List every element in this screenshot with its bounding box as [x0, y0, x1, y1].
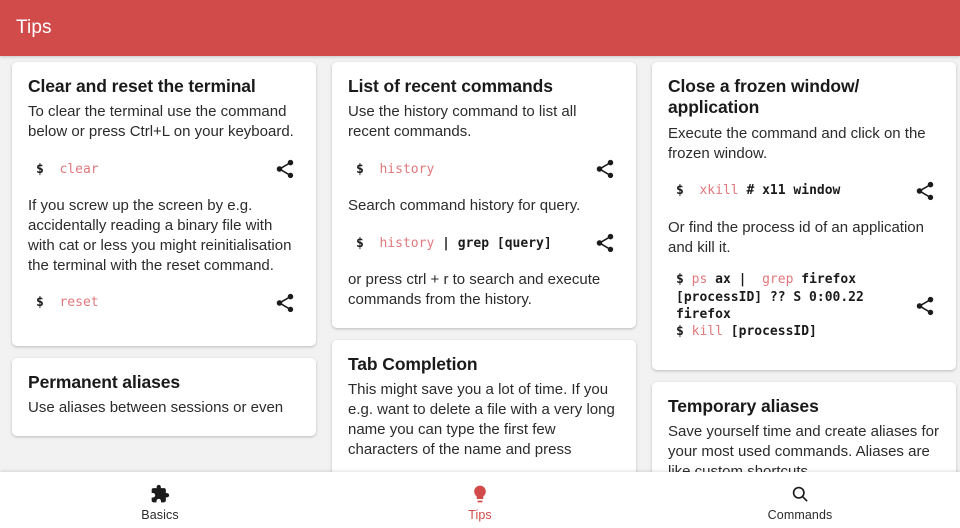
code-segment: firefox — [676, 307, 731, 322]
nav-item-commands[interactable]: Commands — [640, 472, 960, 528]
shell-prompt: $ — [36, 162, 44, 177]
command-code[interactable]: $ history | grep [query] — [348, 235, 582, 252]
tips-column: Clear and reset the terminal To clear the… — [4, 62, 324, 472]
share-icon[interactable] — [912, 293, 938, 319]
tip-card[interactable]: List of recent commands Use the history c… — [332, 62, 636, 328]
code-segment: grep — [762, 272, 793, 287]
tip-paragraph: or press ctrl + r to search and execute … — [348, 270, 620, 310]
tip-card-title: Temporary aliases — [668, 396, 940, 417]
command-args: | grep [query] — [434, 236, 551, 251]
nav-item-label: Commands — [768, 508, 833, 522]
tip-paragraph: This might save you a lot of time. If yo… — [348, 380, 620, 460]
tip-paragraph: If you screw up the screen by e.g. accid… — [28, 196, 300, 276]
shell-prompt: $ — [356, 236, 364, 251]
share-icon[interactable] — [592, 230, 618, 256]
share-icon[interactable] — [272, 156, 298, 182]
share-icon[interactable] — [272, 290, 298, 316]
tip-card-title: Permanent aliases — [28, 372, 300, 393]
nav-item-label: Tips — [468, 508, 492, 522]
command-name: xkill — [699, 183, 738, 198]
tip-card-title: List of recent commands — [348, 76, 620, 97]
command-name: history — [379, 162, 434, 177]
tip-card-title: Tab Completion — [348, 354, 620, 375]
puzzle-piece-icon — [150, 483, 170, 505]
tips-columns: Clear and reset the terminal To clear the… — [0, 56, 960, 472]
shell-prompt: $ — [676, 183, 684, 198]
tip-card[interactable]: Tab Completion This might save you a lot … — [332, 340, 636, 472]
command-code[interactable]: $ history — [348, 161, 582, 178]
code-segment: kill — [692, 324, 723, 339]
share-icon[interactable] — [592, 156, 618, 182]
command-code[interactable]: $ ps ax | grep firefox [processID] ?? S … — [668, 271, 902, 340]
tip-card[interactable]: Permanent aliases Use aliases between ses… — [12, 358, 316, 436]
command-row: $ history | grep [query] — [348, 230, 620, 256]
command-row: $ ps ax | grep firefox [processID] ?? S … — [668, 271, 940, 340]
command-row: $ xkill # x11 window — [668, 178, 940, 204]
share-icon[interactable] — [912, 178, 938, 204]
command-name: clear — [59, 162, 98, 177]
nav-item-tips[interactable]: Tips — [320, 472, 640, 528]
search-icon — [790, 483, 810, 505]
nav-item-label: Basics — [141, 508, 178, 522]
command-args: # x11 window — [739, 183, 841, 198]
tip-paragraph: Use the history command to list all rece… — [348, 102, 620, 142]
tip-card-title: Clear and reset the terminal — [28, 76, 300, 97]
tips-column: Close a frozen window/ application Execut… — [644, 62, 960, 472]
app-root: Tips Clear and reset the terminal To clea… — [0, 0, 960, 528]
code-segment: firefox — [793, 272, 856, 287]
code-segment: ax | — [707, 272, 762, 287]
code-segment: [processID] ?? S 0:00.22 — [676, 290, 864, 305]
code-segment: $ — [676, 272, 692, 287]
code-segment: [processID] — [723, 324, 817, 339]
lightbulb-icon — [470, 483, 490, 505]
code-space — [364, 236, 380, 251]
tips-column: List of recent commands Use the history c… — [324, 62, 644, 472]
command-row: $ reset — [28, 290, 300, 316]
tip-paragraph: To clear the terminal use the command be… — [28, 102, 300, 142]
command-name: history — [379, 236, 434, 251]
tip-card[interactable]: Clear and reset the terminal To clear the… — [12, 62, 316, 346]
command-row: $ clear — [28, 156, 300, 182]
code-space — [684, 183, 700, 198]
code-segment: $ — [676, 324, 692, 339]
tip-paragraph: Or find the process id of an application… — [668, 218, 940, 258]
command-name: reset — [59, 295, 98, 310]
command-row: $ history — [348, 156, 620, 182]
shell-prompt: $ — [36, 295, 44, 310]
nav-item-basics[interactable]: Basics — [0, 472, 320, 528]
tip-paragraph: Save yourself time and create aliases fo… — [668, 422, 940, 472]
page-title: Tips — [16, 17, 52, 39]
code-space — [44, 162, 60, 177]
tip-paragraph: Execute the command and click on the fro… — [668, 124, 940, 164]
code-space — [364, 162, 380, 177]
code-segment: ps — [692, 272, 708, 287]
tip-card-title: Close a frozen window/ application — [668, 76, 940, 119]
code-space — [44, 295, 60, 310]
command-code[interactable]: $ xkill # x11 window — [668, 182, 902, 199]
tip-paragraph: Use aliases between sessions or even — [28, 398, 300, 418]
command-code[interactable]: $ clear — [28, 161, 262, 178]
app-bar: Tips — [0, 0, 960, 56]
bottom-navigation: Basics Tips Commands — [0, 472, 960, 528]
shell-prompt: $ — [356, 162, 364, 177]
tip-card[interactable]: Close a frozen window/ application Execut… — [652, 62, 956, 370]
command-code[interactable]: $ reset — [28, 294, 262, 311]
tip-card[interactable]: Temporary aliases Save yourself time and … — [652, 382, 956, 472]
tip-paragraph: Search command history for query. — [348, 196, 620, 216]
